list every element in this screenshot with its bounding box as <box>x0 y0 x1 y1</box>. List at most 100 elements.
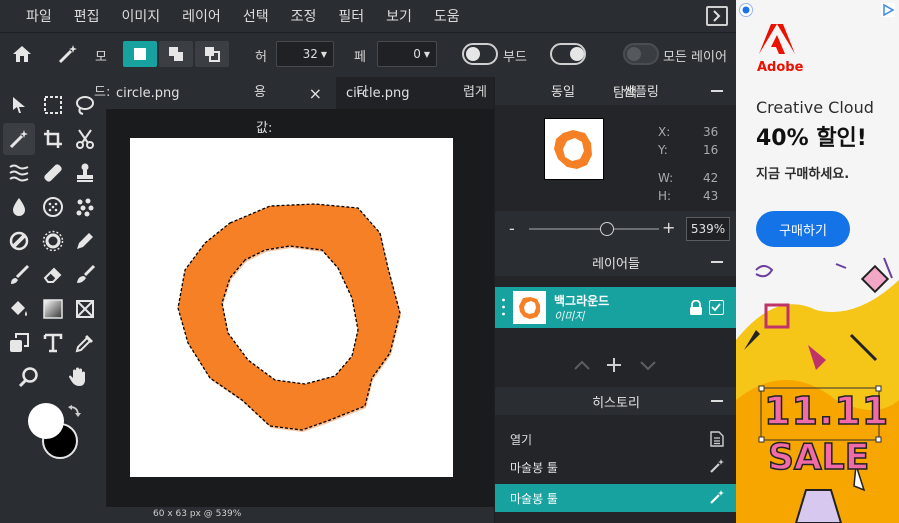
feather-label: 페 <box>354 50 366 65</box>
stamp-tool-icon[interactable] <box>69 157 101 189</box>
smudge-tool-icon[interactable] <box>69 259 101 291</box>
menu-image[interactable]: 이미지 <box>122 6 161 26</box>
lock-icon[interactable] <box>689 299 703 316</box>
history-list: 열기 마술봉 툴 마술봉 툴 <box>495 415 737 523</box>
eraser-tool-icon[interactable] <box>37 259 69 291</box>
zoom-input[interactable]: 539% <box>686 217 730 241</box>
collapse-icon[interactable] <box>711 261 723 263</box>
menu-select[interactable]: 선택 <box>243 6 269 26</box>
history-item-active[interactable]: 마술봉 툴 <box>495 484 737 512</box>
navigator-header[interactable]: 탐색 <box>495 77 737 105</box>
menu-file[interactable]: 파일 <box>26 6 52 26</box>
hand-tool-icon[interactable] <box>62 361 94 393</box>
pencil-tool-icon[interactable] <box>69 225 101 257</box>
clone-layer-tool-icon[interactable] <box>3 327 35 359</box>
crop-tool-icon[interactable] <box>37 123 69 155</box>
collapse-icon[interactable] <box>711 400 723 402</box>
scissors-tool-icon[interactable] <box>69 123 101 155</box>
ad-buy-label: 구매하기 <box>779 223 827 239</box>
close-icon[interactable]: × <box>309 84 322 103</box>
fill-tool-icon[interactable] <box>3 293 35 325</box>
tool-options-bar: 모 허 32 ▼ 페 0 ▼ 부드 모든 레이어 <box>0 32 736 76</box>
menu-filter[interactable]: 필터 <box>338 6 364 26</box>
menu-view[interactable]: 보기 <box>386 6 412 26</box>
brush-tool-icon[interactable] <box>3 259 35 291</box>
navigator-body: X: 36 Y: 16 W: 42 H: 43 <box>495 105 737 211</box>
collapse-panel-icon[interactable] <box>706 6 728 26</box>
layer-row-background[interactable]: 백그라운드 이미지 <box>495 287 737 328</box>
liquify-tool-icon[interactable] <box>3 157 35 189</box>
h-value: 43 <box>703 189 719 203</box>
sponge-tool-icon[interactable] <box>37 191 69 223</box>
blur-tool-icon[interactable] <box>3 191 35 223</box>
move-tool-icon[interactable] <box>3 89 35 121</box>
gradient-tool-icon[interactable] <box>37 293 69 325</box>
text-tool-icon[interactable] <box>37 327 69 359</box>
eyedropper-tool-icon[interactable] <box>69 327 101 359</box>
visibility-checkbox-icon[interactable] <box>709 300 724 315</box>
subtract-icon <box>205 47 220 62</box>
navigator-thumbnail[interactable] <box>544 118 604 180</box>
move-layer-up-icon[interactable] <box>573 359 591 371</box>
mode-new-button[interactable] <box>123 41 157 67</box>
ad-choices-icon[interactable] <box>881 3 895 17</box>
overlay-text: 디 <box>356 85 368 100</box>
ad-cta-text: 지금 구매하세요. <box>756 167 850 182</box>
smooth-label: 부드 <box>503 50 527 65</box>
collapse-icon[interactable] <box>711 90 723 92</box>
swap-colors-icon[interactable] <box>66 404 82 420</box>
x-label: X: <box>658 125 671 139</box>
add-layer-icon[interactable] <box>605 356 623 374</box>
image-canvas[interactable] <box>130 138 453 477</box>
layers-header[interactable]: 레이어들 <box>495 248 737 276</box>
w-label: W: <box>658 171 674 185</box>
history-item[interactable]: 열기 <box>495 426 737 452</box>
healing-tool-icon[interactable] <box>37 157 69 189</box>
ad-info-icon[interactable] <box>739 3 753 17</box>
home-icon[interactable] <box>8 41 36 67</box>
menu-edit[interactable]: 편집 <box>74 6 100 26</box>
menu-adjust[interactable]: 조정 <box>291 6 317 26</box>
history-item-label: 열기 <box>510 433 533 447</box>
shape-tool-icon[interactable] <box>69 293 101 325</box>
ad-buy-button[interactable]: 구매하기 <box>756 211 850 247</box>
menu-bar: 파일 편집 이미지 레이어 선택 조정 필터 보기 도움 <box>0 0 736 32</box>
history-item-label: 마술봉 툴 <box>510 461 558 475</box>
layer-thumbnail <box>513 291 546 324</box>
marquee-tool-icon[interactable] <box>37 89 69 121</box>
dropdown-arrow-icon: ▼ <box>423 49 430 59</box>
canvas-area[interactable]: 값: <box>106 109 494 507</box>
zoom-slider[interactable] <box>529 222 659 236</box>
mode-add-button[interactable] <box>159 41 193 67</box>
tab-circle-png-1[interactable]: circle.png × <box>106 77 334 109</box>
drag-handle-icon[interactable] <box>502 297 505 317</box>
all-layers-toggle[interactable] <box>623 43 659 65</box>
h-label: H: <box>658 189 672 203</box>
dodge-tool-icon[interactable] <box>3 225 35 257</box>
menu-layer[interactable]: 레이어 <box>182 6 221 26</box>
overlay-text: 샘플링 <box>623 85 659 100</box>
zoom-in-button[interactable]: + <box>662 218 675 237</box>
feather-field[interactable]: 0 ▼ <box>377 41 437 67</box>
move-layer-down-icon[interactable] <box>639 360 657 372</box>
w-value: 42 <box>703 171 719 185</box>
history-header[interactable]: 히스토리 <box>495 387 737 415</box>
smooth-toggle[interactable] <box>462 43 498 65</box>
advertisement[interactable]: Adobe Creative Cloud 40% 할인! 지금 구매하세요. 구… <box>736 0 899 523</box>
magic-wand-tool-icon[interactable] <box>3 123 35 155</box>
contiguous-toggle[interactable] <box>550 43 586 65</box>
sharpen-tool-icon[interactable] <box>37 225 69 257</box>
foreground-color-swatch[interactable] <box>28 403 64 439</box>
mode-subtract-button[interactable] <box>195 41 229 67</box>
zoom-slider-knob[interactable] <box>600 222 614 236</box>
size-field[interactable]: 32 ▼ <box>276 41 334 67</box>
menu-help[interactable]: 도움 <box>434 6 460 26</box>
history-item[interactable]: 마술봉 툴 <box>495 454 737 480</box>
orange-ring-image <box>177 203 401 432</box>
zoom-tool-icon[interactable] <box>13 361 45 393</box>
zoom-out-button[interactable]: - <box>509 219 515 238</box>
dots-tool-icon[interactable] <box>69 191 101 223</box>
overlay-text: 값: <box>256 121 273 136</box>
document-icon <box>710 431 724 447</box>
ad-sale-illustration <box>736 257 899 523</box>
